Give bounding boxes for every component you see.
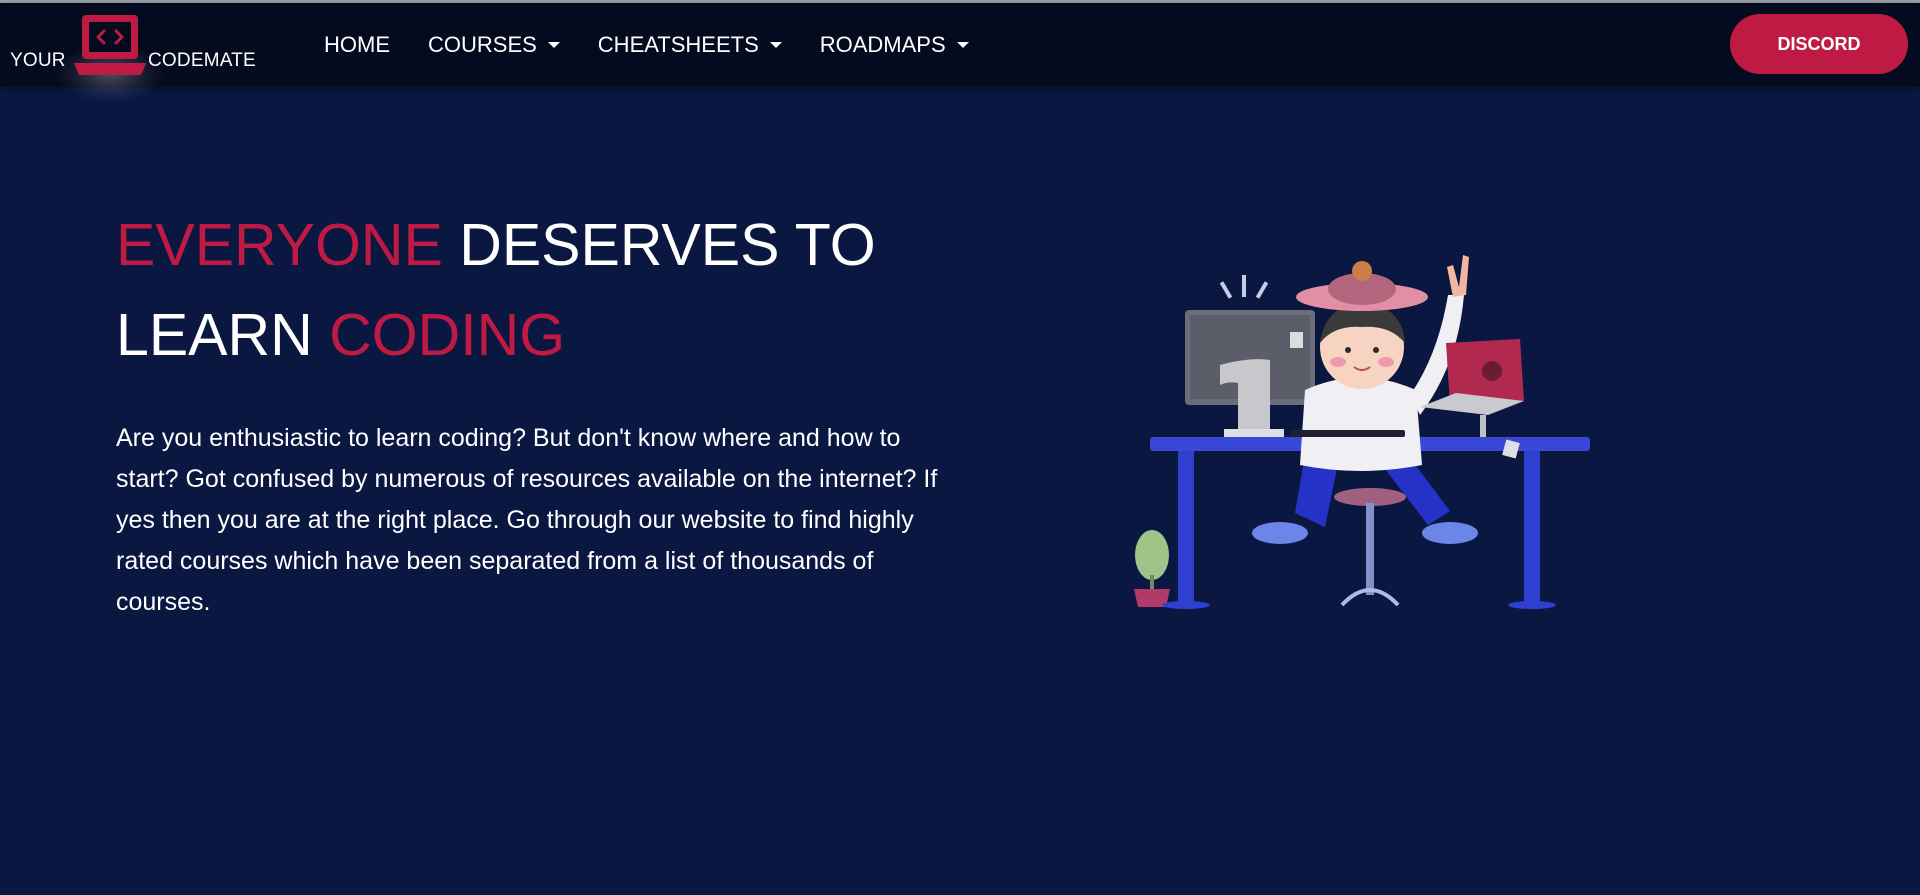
caret-down-icon: [769, 42, 782, 48]
hero-description: Are you enthusiastic to learn coding? Bu…: [116, 424, 938, 616]
hero-title: EVERYONE DESERVES TO LEARN CODING: [116, 200, 1016, 380]
hero-title-learn: LEARN: [116, 302, 330, 368]
laptop-code-icon: [74, 15, 146, 75]
coder-at-desk-illustration: [1134, 255, 1590, 609]
nav-courses-label: COURSES: [428, 32, 537, 57]
nav-courses-dropdown[interactable]: COURSES: [428, 32, 560, 58]
discord-button[interactable]: DISCORD: [1730, 14, 1908, 74]
nav-cheatsheets-dropdown[interactable]: CHEATSHEETS: [598, 32, 782, 58]
nav-roadmaps-dropdown[interactable]: ROADMAPS: [820, 32, 969, 58]
brand-text-your: YOUR: [10, 50, 66, 71]
nav-links: HOME COURSES CHEATSHEETS ROADMAPS: [324, 3, 1007, 87]
caret-down-icon: [547, 42, 560, 48]
hero-title-everyone: EVERYONE: [116, 212, 443, 278]
navbar: YOUR CODEMATE HOME COURSES CHEATSHEETS R…: [0, 3, 1920, 103]
nav-home-label: HOME: [324, 32, 390, 57]
hero-title-coding: CODING: [329, 302, 566, 368]
brand-text-codemate: CODEMATE: [148, 50, 256, 71]
nav-roadmaps-label: ROADMAPS: [819, 32, 946, 57]
nav-home-link[interactable]: HOME: [324, 32, 390, 58]
caret-down-icon: [956, 42, 969, 48]
brand-logo-link[interactable]: YOUR CODEMATE: [0, 3, 265, 103]
hero-title-deserves: DESERVES TO: [442, 212, 876, 278]
nav-cheatsheets-label: CHEATSHEETS: [597, 32, 759, 57]
